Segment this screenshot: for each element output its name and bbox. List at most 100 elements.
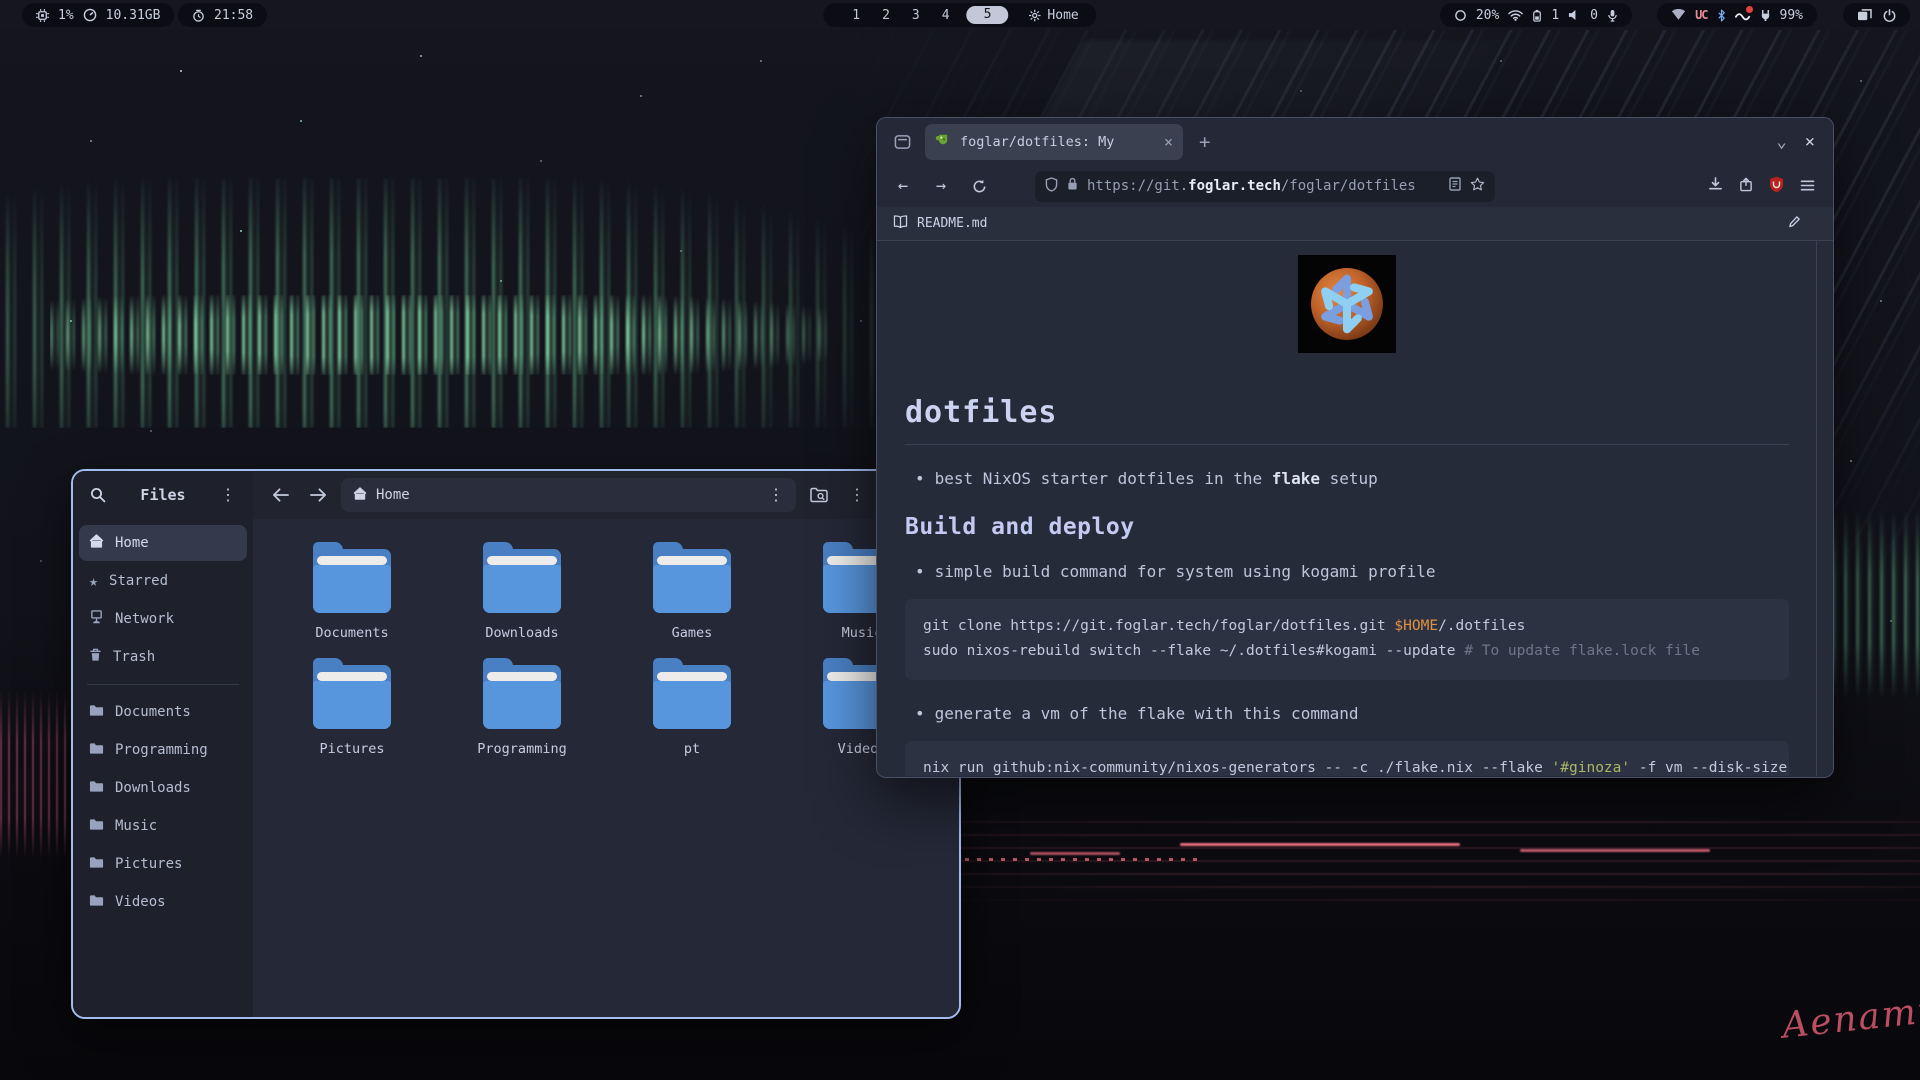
workspace-4[interactable]: 4 [931,8,961,23]
cpu-usage: 1% [58,8,74,23]
section-heading: Build and deploy [905,514,1789,540]
sidebar-item-documents[interactable]: Documents [79,694,247,730]
bullet-item: • generate a vm of the flake with this c… [915,704,1789,723]
folder-icon [653,549,731,613]
files-headerbar: Files ⋮ Home ⋮ ⋮ [73,471,959,519]
downloads-icon[interactable] [1708,177,1723,196]
bullet-dot: • [915,562,925,581]
folder-item-pt[interactable]: pt [617,665,767,757]
extensions-icon[interactable] [1739,177,1753,196]
sidebar-item-music[interactable]: Music [79,808,247,844]
sidebar-menu-icon[interactable]: ⋮ [213,480,243,510]
new-tab-icon[interactable]: + [1191,131,1218,153]
path-bar[interactable]: Home ⋮ [341,478,796,512]
tab-close-icon[interactable]: × [1164,133,1173,151]
sidebar-item-home[interactable]: Home [79,525,247,561]
search-icon[interactable] [83,480,113,510]
nav-back-icon[interactable]: ← [887,171,919,201]
browser-nav-bar: ← → https://git.foglar.tech/foglar/dotfi… [877,165,1833,207]
readme-content: dotfiles • best NixOS starter dotfiles i… [877,241,1833,776]
system-tray[interactable]: UC 99% [1657,3,1817,27]
layout-mode[interactable]: Home [1028,8,1078,23]
forward-button[interactable] [303,480,333,510]
page-title: dotfiles [905,395,1789,430]
wallpaper-aurora [0,178,940,428]
sidebar-item-network[interactable]: Network [79,601,247,637]
folder-icon [313,665,391,729]
search-folder-icon[interactable] [804,480,834,510]
folder-item-pictures[interactable]: Pictures [277,665,427,757]
tab-title: foglar/dotfiles: My [960,134,1155,150]
reader-view-icon[interactable] [1449,177,1461,195]
quick-status-widget[interactable]: 20% 1 0 [1440,3,1632,27]
session-widget[interactable] [1843,3,1910,27]
sidebar-label: Trash [113,649,155,665]
sidebar-label: Programming [115,742,208,758]
system-stats-widget[interactable]: 1% 10.31GB [22,3,174,27]
microphone-icon [1607,9,1618,22]
edit-pencil-icon[interactable] [1788,215,1801,233]
files-content: Documents Downloads Games Music Pictures [253,519,959,1017]
power-plug-icon [1760,9,1771,22]
folder-item-documents[interactable]: Documents [277,549,427,641]
path-location: Home [376,487,410,503]
reload-icon[interactable] [963,171,995,201]
code-line: sudo nixos-rebuild switch --flake ~/.dot… [923,639,1771,664]
workspace-1[interactable]: 1 [841,8,871,23]
workspace-5-active[interactable]: 5 [967,6,1009,24]
brightness-icon [1454,9,1467,22]
url-bar[interactable]: https://git.foglar.tech/foglar/dotfiles [1035,171,1495,202]
path-menu-icon[interactable]: ⋮ [768,487,784,503]
sidebar-item-trash[interactable]: Trash [79,639,247,675]
sidebar-item-programming[interactable]: Programming [79,732,247,768]
scrollbar-gutter[interactable] [1816,241,1833,776]
folder-icon [89,742,104,759]
nav-forward-icon[interactable]: → [925,171,957,201]
keyboard-battery-level: 1 [1551,8,1559,23]
bookmark-star-icon[interactable] [1470,177,1485,195]
view-menu-icon[interactable]: ⋮ [842,480,872,510]
workspace-3[interactable]: 3 [901,8,931,23]
bullet-text: simple build command for system using ko… [935,562,1436,581]
folder-icon [483,549,561,613]
keyboard-battery-icon [1532,9,1542,22]
folder-label: pt [684,741,700,757]
list-tabs-icon[interactable]: ⌄ [1777,132,1787,152]
window-close-icon[interactable]: × [1805,132,1815,152]
bluetooth-icon [1717,9,1726,22]
code-block-build: git clone https://git.foglar.tech/foglar… [905,599,1789,680]
sidebar-separator [87,684,239,685]
folder-item-downloads[interactable]: Downloads [447,549,597,641]
sidebar-item-videos[interactable]: Videos [79,884,247,920]
wallpaper-red-line [1180,843,1460,846]
lock-icon [1067,177,1078,195]
folder-label: Programming [477,741,566,757]
folder-icon [89,818,104,835]
workspace-2[interactable]: 2 [871,8,901,23]
sidebar-label: Network [115,611,174,627]
folder-item-programming[interactable]: Programming [447,665,597,757]
active-tab[interactable]: foglar/dotfiles: My × [925,124,1183,160]
url-text: https://git.foglar.tech/foglar/dotfiles [1087,178,1440,194]
readme-header: README.md [877,207,1833,241]
nix-snowflake-icon [1311,268,1383,340]
files-toolbar: Home ⋮ ⋮ [253,471,959,519]
menu-hamburger-icon[interactable] [1800,177,1815,196]
sidebar-item-starred[interactable]: ★ Starred [79,563,247,599]
sidebar-item-downloads[interactable]: Downloads [79,770,247,806]
clock-widget[interactable]: 21:58 [178,3,267,27]
folder-icon [653,665,731,729]
gear-icon [1028,9,1041,22]
back-button[interactable] [265,480,295,510]
wifi-icon [1508,9,1523,21]
sidebar-item-pictures[interactable]: Pictures [79,846,247,882]
browser-window: foglar/dotfiles: My × + ⌄ × ← → https://… [877,118,1833,777]
firefox-view-icon[interactable] [887,127,917,157]
folder-item-games[interactable]: Games [617,549,767,641]
ublock-icon[interactable] [1769,176,1784,196]
folder-icon [89,780,104,797]
wallpaper-red-line [1520,849,1710,852]
screenshot-icon [1857,9,1872,22]
clock-time: 21:58 [214,8,253,23]
readme-filename: README.md [917,216,987,231]
